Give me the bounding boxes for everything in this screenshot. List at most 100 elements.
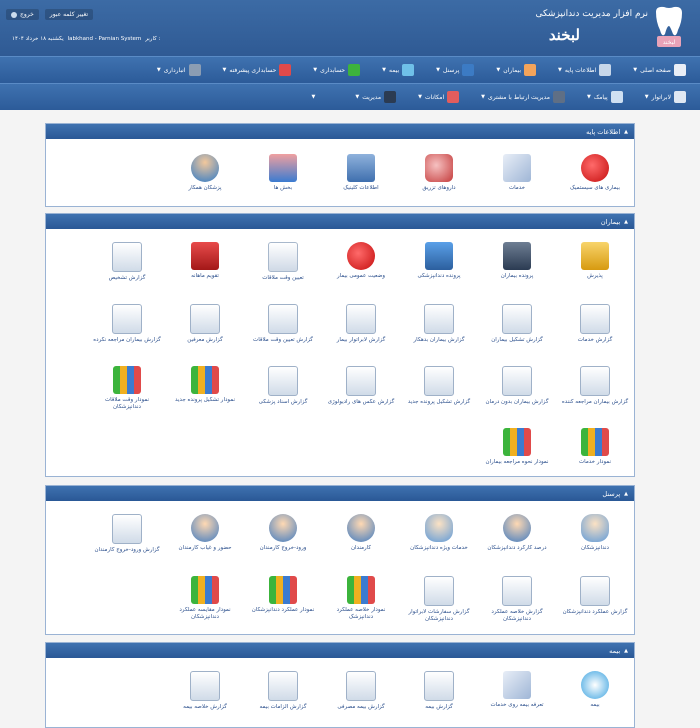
tile-doctor[interactable]: پزشکان همکار: [166, 148, 244, 210]
tile-medical-docs-report[interactable]: گزارش اسناد پزشکی: [244, 360, 322, 422]
tile-grid: پذیرش پرونده بیماران پرونده دندانپزشکی وضعی…: [88, 236, 634, 484]
menu-item-accounting[interactable]: حسابداری ▼: [305, 59, 374, 81]
tile-label: گزارش بیماران بدهکار: [413, 337, 465, 343]
tile-chart[interactable]: نمودار وقت ملاقات دندانپزشکان: [88, 360, 166, 422]
tile-hospital[interactable]: بخش ها: [244, 148, 322, 210]
tile-visitors-report[interactable]: گزارش بیماران مراجعه کننده: [556, 360, 634, 422]
tile-services-report[interactable]: گزارش خدمات: [556, 298, 634, 360]
tile-percentage[interactable]: درصد کارکرد دندانپزشکان: [478, 508, 556, 570]
tile-label: گزارش سفارشات لابراتوار دندانپزشکان: [408, 609, 470, 622]
tile-no-show-report[interactable]: گزارش بیماران مراجعه نکرده: [88, 298, 166, 360]
insurance-report-icon: [424, 671, 454, 701]
menu-item-warehouse[interactable]: انبارداری ▼: [149, 59, 215, 81]
menu-item-laboratory[interactable]: لابراتوار ▼: [637, 86, 700, 108]
tile-chart[interactable]: نمودار نحوه مراجعه بیماران: [478, 422, 556, 484]
tile-diagnosis-report[interactable]: گزارش تشخیص: [88, 236, 166, 298]
tile-consumed-insurance-report[interactable]: گزارش بیمه مصرفی: [322, 665, 400, 727]
change-password-link[interactable]: تغییر کلمه عبور: [44, 9, 94, 20]
top-links: خروج تغییر کلمه عبور: [6, 9, 94, 20]
tile-label: گزارش اسناد پزشکی: [258, 399, 308, 405]
tile-attendance[interactable]: ورود-خروج کارمندان: [244, 508, 322, 570]
tile-attendance-report[interactable]: گزارش ورود-خروج کارمندان: [88, 508, 166, 570]
tile-radiology-report[interactable]: گزارش عکس های رادیولوژی: [322, 360, 400, 422]
tile-insurance[interactable]: بیمه: [556, 665, 634, 727]
tile-label: خدمات ویژه دندانپزشکان: [410, 545, 468, 551]
tile-lab-report[interactable]: گزارش لابراتوار بیمار: [322, 298, 400, 360]
presence-icon: [191, 514, 219, 542]
tile-label: گزارش تشکیل پرونده جدید: [407, 399, 471, 405]
chart-icon: [581, 428, 609, 456]
tile-new-file-report[interactable]: گزارش تشکیل پرونده جدید: [400, 360, 478, 422]
menu-item-advanced-accounting[interactable]: حسابداری پیشرفته ▼: [215, 59, 306, 81]
menu-item-insurance[interactable]: بیمه ▼: [374, 59, 428, 81]
tile-insurance-requirements-report[interactable]: گزارش الزامات بیمه: [244, 665, 322, 727]
tile-insurance-report[interactable]: گزارش بیمه: [400, 665, 478, 727]
tile-appointment-report[interactable]: گزارش تعیین وقت ملاقات: [244, 298, 322, 360]
tile-chart[interactable]: نمودار خلاصه عملکرد دندانپزشک: [322, 570, 400, 632]
tile-referrers-report[interactable]: گزارش معرفین: [166, 298, 244, 360]
tile-chart[interactable]: نمودار تشکیل پرونده جدید: [166, 360, 244, 422]
tile-chart[interactable]: نمودار عملکرد دندانپزشکان: [244, 570, 322, 632]
tile-employees[interactable]: کارمندان: [322, 508, 400, 570]
section-staff: ▲ پرسنل دندانپزشکان درصد کارکرد دندانپزشکا…: [45, 485, 635, 635]
lab-report-icon: [346, 304, 376, 334]
menu-item-tools[interactable]: امکانات ▼: [410, 86, 473, 108]
section-title: اطلاعات پایه: [586, 127, 621, 136]
section-header[interactable]: ▲ بیمه: [46, 643, 634, 658]
tile-lab-orders-report[interactable]: گزارش سفارشات لابراتوار دندانپزشکان: [400, 570, 478, 632]
tile-dentist[interactable]: دندانپزشکان: [556, 508, 634, 570]
menu-item-patient[interactable]: بیماران ▼: [488, 59, 550, 81]
menu-item-label: بیماران: [503, 66, 522, 74]
menu-item-staff[interactable]: پرسنل ▼: [428, 59, 488, 81]
tile-clinic[interactable]: اطلاعات کلینیک: [322, 148, 400, 210]
logout-link[interactable]: خروج: [6, 9, 39, 20]
tile-presence[interactable]: حضور و غیاب کارمندان: [166, 508, 244, 570]
tile-debtors-report[interactable]: گزارش بیماران بدهکار: [400, 298, 478, 360]
current-date: یکشنبه ۱۸ خرداد ۱۴۰۴: [12, 36, 64, 42]
tile-calendar[interactable]: تعیین وقت ملاقات: [244, 236, 322, 298]
menu-item-sms[interactable]: پیامک ▼: [579, 86, 637, 108]
tile-label: نمودار عملکرد دندانپزشکان: [251, 607, 315, 613]
menu-item-crm[interactable]: مدیریت ارتباط با مشتری ▼: [473, 86, 579, 108]
tile-monthly-calendar[interactable]: تقویم ماهانه: [166, 236, 244, 298]
menu-item-label: بیمه: [389, 66, 400, 74]
tile-summary-report[interactable]: گزارش خلاصه عملکرد دندانپزشکان: [478, 570, 556, 632]
tile-pills[interactable]: داروهای تزریق: [400, 148, 478, 210]
section-header[interactable]: ▲ بیماران: [46, 214, 634, 229]
tile-chart[interactable]: نمودار مقایسه عملکرد دندانپزشکان: [166, 570, 244, 632]
menu-item-label: پرسنل: [443, 66, 460, 74]
tile-grid: دندانپزشکان درصد کارکرد دندانپزشکان خدمات …: [88, 508, 634, 632]
tile-insurance-summary-report[interactable]: گزارش خلاصه بیمه: [166, 665, 244, 727]
tile-server[interactable]: پرونده بیماران: [478, 236, 556, 298]
tile-label: نمودار خلاصه عملکرد دندانپزشک: [336, 607, 386, 620]
section-header[interactable]: ▲ اطلاعات پایه: [46, 124, 634, 139]
tile-grid: بیمه تعرفه بیمه روی خدمات گزارش بیمه گزارش …: [88, 665, 634, 727]
tile-dental-tools[interactable]: خدمات: [478, 148, 556, 210]
tile-folder[interactable]: پرونده دندانپزشکی: [400, 236, 478, 298]
collapse-icon: ▲: [624, 490, 628, 497]
tile-reception[interactable]: پذیرش: [556, 236, 634, 298]
tile-label: پرونده بیماران: [500, 273, 534, 279]
chart-icon: [191, 576, 219, 604]
tile-label: گزارش لابراتوار بیمار: [336, 337, 386, 343]
tile-label: گزارش بیماران بدون درمان: [485, 399, 549, 405]
tile-patients-report[interactable]: گزارش تشکیل بیماران: [478, 298, 556, 360]
power-icon: [11, 11, 17, 18]
dropdown-caret-icon: ▼: [313, 67, 318, 73]
app-title: نرم افزار مدیریت دندانپزشکی: [535, 9, 648, 19]
tile-tariff[interactable]: تعرفه بیمه روی خدمات: [478, 665, 556, 727]
tile-medical-star[interactable]: وضعیت عمومی بیمار: [322, 236, 400, 298]
visitors-report-icon: [580, 366, 610, 396]
menu-item-more[interactable]: ▼: [304, 86, 348, 108]
menu-item-database[interactable]: اطلاعات پایه ▼: [550, 59, 625, 81]
menu-item-admin[interactable]: مدیریت ▼: [347, 86, 410, 108]
menu-item-home[interactable]: صفحه اصلی ▼: [625, 59, 700, 81]
tile-medical-star[interactable]: بیماری های سیستمیک: [556, 148, 634, 210]
hospital-icon: [269, 154, 297, 182]
tile-chart[interactable]: نمودار خدمات: [556, 422, 634, 484]
tile-performance-report[interactable]: گزارش عملکرد دندانپزشکان: [556, 570, 634, 632]
untreated-report-icon: [502, 366, 532, 396]
section-header[interactable]: ▲ پرسنل: [46, 486, 634, 501]
tile-special-services[interactable]: خدمات ویژه دندانپزشکان: [400, 508, 478, 570]
tile-untreated-report[interactable]: گزارش بیماران بدون درمان: [478, 360, 556, 422]
